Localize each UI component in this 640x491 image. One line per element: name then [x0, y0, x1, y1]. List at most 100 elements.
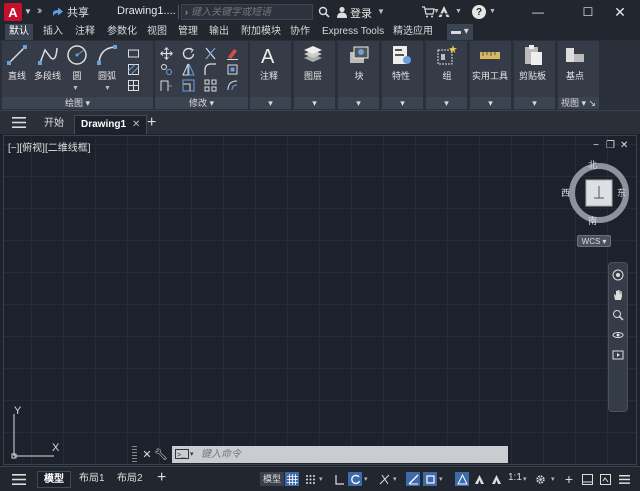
snap-chevron-icon[interactable]: ▾	[319, 475, 323, 483]
quick-access-more-icon[interactable]: ››	[37, 5, 43, 17]
circle-button[interactable]: 圆	[66, 44, 88, 82]
annotation-scale-toggle[interactable]	[489, 472, 503, 486]
hamburger-menu-icon[interactable]	[12, 117, 26, 128]
panel-draw-label[interactable]: 绘图 ▾	[2, 97, 153, 109]
command-input-box[interactable]: >_ ▾	[172, 445, 508, 463]
rotate-button[interactable]	[177, 45, 199, 61]
groups-expand[interactable]: ▾	[426, 97, 467, 109]
properties-button[interactable]: 特性	[390, 44, 412, 82]
stretch-button[interactable]	[155, 77, 177, 93]
rectangle-button[interactable]	[122, 45, 144, 61]
base-point-button[interactable]: 基点	[564, 44, 586, 82]
layout2-tab[interactable]: 布局2	[111, 471, 149, 488]
annotation-visibility-toggle[interactable]	[455, 472, 469, 486]
user-icon[interactable]	[336, 6, 348, 18]
clipboard-button[interactable]: 剪贴板	[519, 44, 546, 82]
viewport-minimize-icon[interactable]: −	[593, 140, 599, 151]
tab-output[interactable]: 输出	[205, 24, 233, 40]
line-button[interactable]: 直线	[6, 44, 28, 82]
minimize-button[interactable]: —	[523, 2, 553, 22]
polyline-button[interactable]: 多段线	[34, 44, 61, 82]
ortho-toggle[interactable]	[332, 472, 346, 486]
panel-view-label[interactable]: 视图 ▾ ↘	[558, 97, 599, 109]
workspace-switch-button[interactable]	[533, 472, 547, 486]
hatch-button[interactable]	[122, 61, 144, 77]
copy-button[interactable]	[155, 61, 177, 77]
units-toggle[interactable]	[580, 472, 594, 486]
workspace-chevron-icon[interactable]: ▾	[551, 475, 555, 483]
search-chevron-icon[interactable]: ›	[185, 7, 188, 17]
groups-button[interactable]: 组	[436, 44, 458, 82]
scale-button[interactable]	[177, 77, 199, 93]
layers-button[interactable]: 图层	[302, 44, 324, 82]
clean-screen-toggle[interactable]	[598, 472, 612, 486]
new-tab-plus-icon[interactable]: +	[147, 114, 156, 132]
tab-collaborate[interactable]: 协作	[286, 24, 314, 40]
move-button[interactable]	[155, 45, 177, 61]
osnap-chevron-icon[interactable]: ▾	[439, 475, 443, 483]
model-space-button[interactable]: 模型	[260, 472, 285, 486]
tab-addins[interactable]: 附加模块	[237, 24, 285, 40]
steering-wheel-icon[interactable]	[612, 269, 624, 281]
a360-chevron-icon[interactable]: ▼	[455, 8, 462, 15]
object-snap-tracking-toggle[interactable]	[406, 472, 420, 486]
utilities-expand[interactable]: ▾	[470, 97, 511, 109]
wcs-menu[interactable]: WCS ▾	[577, 235, 611, 247]
tab-annotate[interactable]: 注释	[71, 24, 99, 40]
explode-button[interactable]	[221, 61, 243, 77]
command-customize-wrench-icon[interactable]: 🔧︎	[154, 446, 168, 462]
zoom-extents-icon[interactable]	[612, 309, 624, 321]
grid-toggle[interactable]	[285, 472, 299, 486]
polar-toggle[interactable]	[348, 472, 362, 486]
block-expand[interactable]: ▾	[338, 97, 379, 109]
properties-expand[interactable]: ▾	[382, 97, 423, 109]
annotation-button[interactable]: A 注释	[258, 44, 280, 82]
compass-west-label[interactable]: 西	[561, 186, 570, 199]
erase-button[interactable]	[221, 45, 243, 61]
mirror-button[interactable]	[177, 61, 199, 77]
isodraft-toggle[interactable]	[377, 472, 391, 486]
tab-manage[interactable]: 管理	[174, 24, 202, 40]
command-input[interactable]	[201, 448, 501, 460]
viewport-controls-label[interactable]: [−][俯视][二维线框]	[8, 139, 91, 154]
layout-menu-icon[interactable]	[12, 474, 26, 485]
annotation-monitor-plus-icon[interactable]: +	[562, 471, 576, 487]
search-box[interactable]: ›	[181, 4, 313, 20]
app-menu-chevron-icon[interactable]: ▼	[24, 7, 32, 16]
new-layout-plus-icon[interactable]: +	[157, 469, 166, 487]
compass-south-label[interactable]: 南	[588, 214, 597, 227]
search-input[interactable]	[191, 6, 301, 18]
viewport-restore-icon[interactable]: ❐	[606, 140, 615, 151]
command-line-grip[interactable]	[132, 446, 137, 462]
utilities-button[interactable]: 实用工具	[472, 44, 508, 82]
block-button[interactable]: 块	[348, 44, 370, 82]
command-line-close-icon[interactable]: ✕	[140, 446, 154, 462]
login-chevron-icon[interactable]: ▼	[377, 7, 385, 16]
arc-button[interactable]: 圆弧	[96, 44, 118, 82]
orbit-icon[interactable]	[612, 329, 624, 341]
drawing1-tab[interactable]: Drawing1 ✕	[74, 115, 148, 134]
login-button[interactable]: 登录	[350, 5, 372, 21]
layers-expand[interactable]: ▾	[294, 97, 335, 109]
tab-featured-apps[interactable]: 精选应用	[389, 24, 437, 40]
drawing-canvas[interactable]: [−][俯视][二维线框] − ❐ ✕ 北 南 西 东 WCS ▾ Y X	[3, 135, 637, 465]
circle-chevron-icon[interactable]: ▼	[72, 85, 79, 92]
trim-button[interactable]	[199, 45, 221, 61]
array-button[interactable]	[199, 77, 221, 93]
tab-express-tools[interactable]: Express Tools	[318, 24, 388, 40]
autodesk-a360-icon[interactable]	[437, 5, 451, 19]
close-tab-icon[interactable]: ✕	[132, 119, 140, 130]
layout1-tab[interactable]: 布局1	[73, 471, 111, 488]
app-logo-button[interactable]: A	[4, 3, 22, 21]
auto-scale-toggle[interactable]	[472, 472, 486, 486]
pan-hand-icon[interactable]	[612, 289, 624, 301]
showmotion-icon[interactable]	[612, 349, 624, 361]
tab-view[interactable]: 视图	[143, 24, 171, 40]
compass-north-label[interactable]: 北	[588, 158, 597, 171]
object-snap-toggle[interactable]	[423, 472, 437, 486]
command-history-icon[interactable]: >_ ▾	[175, 449, 197, 460]
model-layout-tab[interactable]: 模型	[37, 471, 71, 488]
tab-insert[interactable]: 插入	[39, 24, 67, 40]
ribbon-display-toggle[interactable]: ▬ ▾	[447, 24, 473, 40]
viewport-close-icon[interactable]: ✕	[620, 140, 628, 151]
